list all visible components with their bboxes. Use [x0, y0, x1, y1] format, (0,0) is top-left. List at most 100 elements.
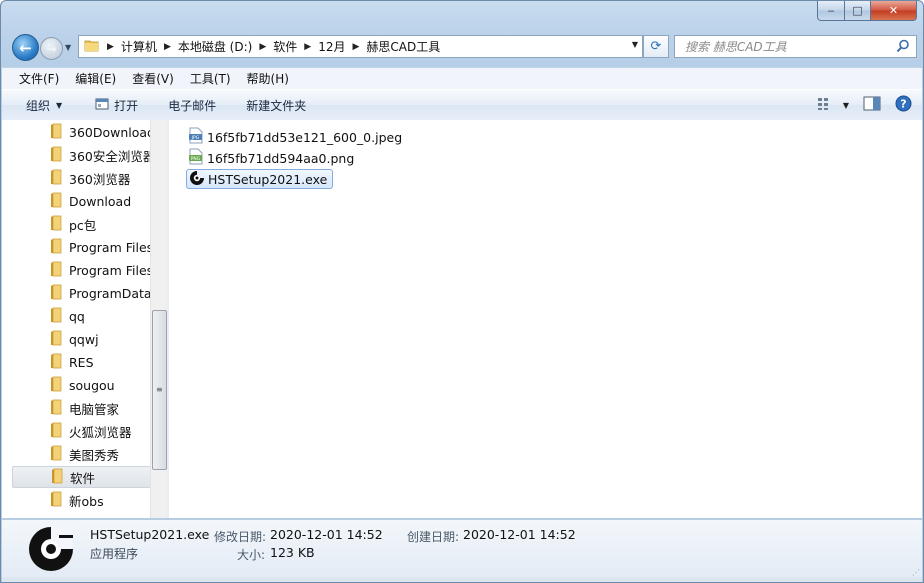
file-item[interactable]: HSTSetup2021.exe	[186, 169, 334, 189]
exe-app-icon	[189, 170, 205, 189]
search-icon[interactable]	[896, 39, 910, 56]
close-button[interactable]: ✕	[871, 1, 917, 21]
nav-tree-item[interactable]: qqwj	[12, 328, 150, 350]
folder-icon	[49, 123, 63, 142]
maximize-button[interactable]: □	[845, 1, 871, 21]
command-bar: 组织 ▼ 打开 电子邮件 新建文件夹 ▼ ?	[2, 89, 922, 121]
folder-icon	[49, 284, 63, 303]
detail-size-label: 大小:	[237, 548, 266, 562]
breadcrumb-december[interactable]: 12月	[318, 38, 345, 55]
forward-button[interactable]: →	[40, 37, 63, 60]
jpeg-file-icon: JPG	[188, 127, 204, 147]
exe-app-icon	[26, 524, 76, 577]
nav-tree-item[interactable]: 软件	[12, 466, 150, 488]
nav-tree-item-label: 360安全浏览器	[69, 148, 150, 164]
nav-tree-item-label: qq	[69, 308, 85, 324]
folder-icon	[49, 399, 63, 418]
address-history-dropdown[interactable]: ▼	[632, 40, 638, 49]
chevron-right-icon[interactable]: ▶	[304, 42, 311, 52]
nav-tree-item[interactable]: 新obs	[12, 489, 150, 511]
svg-text:?: ?	[900, 98, 906, 111]
nav-tree-item[interactable]: RES	[12, 351, 150, 373]
open-button[interactable]: 打开	[95, 90, 138, 120]
breadcrumb-computer[interactable]: 计算机	[121, 38, 157, 55]
file-item-name: 16f5fb71dd53e121_600_0.jpeg	[207, 129, 403, 145]
nav-tree-item[interactable]: 360Download	[12, 121, 150, 143]
open-icon	[95, 97, 109, 114]
nav-tree-item[interactable]: Download	[12, 190, 150, 212]
recent-pages-dropdown[interactable]: ▼	[65, 43, 71, 52]
chevron-down-icon: ▼	[842, 100, 849, 110]
organize-label: 组织	[26, 98, 51, 113]
email-button[interactable]: 电子邮件	[168, 90, 216, 120]
scrollbar-thumb[interactable]: ≡	[152, 310, 167, 470]
menu-help[interactable]: 帮助(H)	[239, 70, 297, 87]
navigation-scrollbar[interactable]: ≡	[150, 120, 167, 518]
resize-grip[interactable]: ⋰	[912, 568, 920, 577]
nav-tree-item-label: sougou	[69, 377, 115, 393]
nav-tree-item[interactable]: 360安全浏览器	[12, 144, 150, 166]
nav-tree-item[interactable]: 火狐浏览器	[12, 420, 150, 442]
menu-view[interactable]: 查看(V)	[124, 70, 182, 87]
nav-tree-item[interactable]: 美图秀秀	[12, 443, 150, 465]
view-options-button[interactable]: ▼	[817, 97, 849, 114]
nav-tree-item[interactable]: Program Files	[12, 236, 150, 258]
breadcrumb-current-folder[interactable]: 赫思CAD工具	[366, 38, 440, 55]
svg-text:PNG: PNG	[191, 156, 201, 162]
organize-button[interactable]: 组织 ▼	[26, 90, 62, 120]
folder-icon	[49, 238, 63, 257]
menu-edit[interactable]: 编辑(E)	[67, 70, 124, 87]
back-button[interactable]: ←	[12, 34, 39, 61]
grip-icon: ≡	[156, 385, 163, 394]
nav-tree-item-label: 软件	[70, 470, 96, 486]
nav-tree-item-label: 电脑管家	[69, 401, 120, 417]
folder-icon	[49, 307, 63, 326]
chevron-right-icon[interactable]: ▶	[164, 42, 171, 52]
menu-tools[interactable]: 工具(T)	[182, 70, 239, 87]
file-item[interactable]: JPG 16f5fb71dd53e121_600_0.jpeg	[186, 127, 407, 147]
nav-tree-item[interactable]: qq	[12, 305, 150, 327]
folder-icon	[49, 192, 63, 211]
nav-tree-item[interactable]: Program Files	[12, 259, 150, 281]
arrow-right-icon: →	[46, 41, 57, 56]
nav-tree-item-label: 美图秀秀	[69, 447, 120, 463]
folder-icon	[49, 169, 63, 188]
breadcrumb-software[interactable]: 软件	[273, 38, 297, 55]
preview-pane-button[interactable]	[863, 96, 881, 114]
detail-modified-value: 2020-12-01 14:52	[270, 527, 383, 542]
nav-tree-item-label: RES	[69, 354, 94, 370]
nav-tree-item-label: 新obs	[69, 493, 104, 509]
file-item[interactable]: PNG 16f5fb71dd594aa0.png	[186, 148, 359, 168]
folder-icon	[84, 37, 100, 56]
refresh-button[interactable]: ⟳	[643, 35, 669, 58]
view-grid-icon	[817, 97, 833, 114]
command-bar-right: ▼ ?	[817, 90, 912, 120]
file-list: JPG 16f5fb71dd53e121_600_0.jpeg PNG 16f5fb7…	[170, 120, 922, 518]
folder-icon	[49, 330, 63, 349]
chevron-right-icon[interactable]: ▶	[259, 42, 266, 52]
new-folder-label: 新建文件夹	[246, 98, 307, 113]
new-folder-button[interactable]: 新建文件夹	[246, 90, 306, 120]
minimize-button[interactable]: ‒	[817, 1, 845, 21]
nav-tree-item[interactable]: ProgramData	[12, 282, 150, 304]
help-button[interactable]: ?	[895, 95, 912, 115]
nav-tree-item[interactable]: pc包	[12, 213, 150, 235]
search-box[interactable]	[674, 35, 917, 58]
nav-tree-item-label: 360Download	[69, 124, 150, 140]
nav-tree-item[interactable]: 360浏览器	[12, 167, 150, 189]
search-input[interactable]	[683, 38, 897, 55]
nav-tree-item[interactable]: sougou	[12, 374, 150, 396]
menu-file[interactable]: 文件(F)	[2, 70, 67, 87]
folder-icon	[49, 353, 63, 372]
address-bar[interactable]: ▶ 计算机 ▶ 本地磁盘 (D:) ▶ 软件 ▶ 12月 ▶ 赫思CAD工具 ▼	[78, 35, 643, 58]
folder-icon	[49, 422, 63, 441]
breadcrumb-drive-d[interactable]: 本地磁盘 (D:)	[178, 38, 252, 55]
file-item-name: 16f5fb71dd594aa0.png	[207, 150, 355, 166]
pane-splitter[interactable]	[167, 120, 169, 518]
folder-icon	[49, 261, 63, 280]
chevron-right-icon[interactable]: ▶	[107, 42, 114, 52]
nav-tree-item-label: ProgramData	[69, 285, 150, 301]
nav-tree-item[interactable]: 电脑管家	[12, 397, 150, 419]
chevron-right-icon[interactable]: ▶	[352, 42, 359, 52]
detail-file-type: 应用程序	[90, 547, 139, 561]
